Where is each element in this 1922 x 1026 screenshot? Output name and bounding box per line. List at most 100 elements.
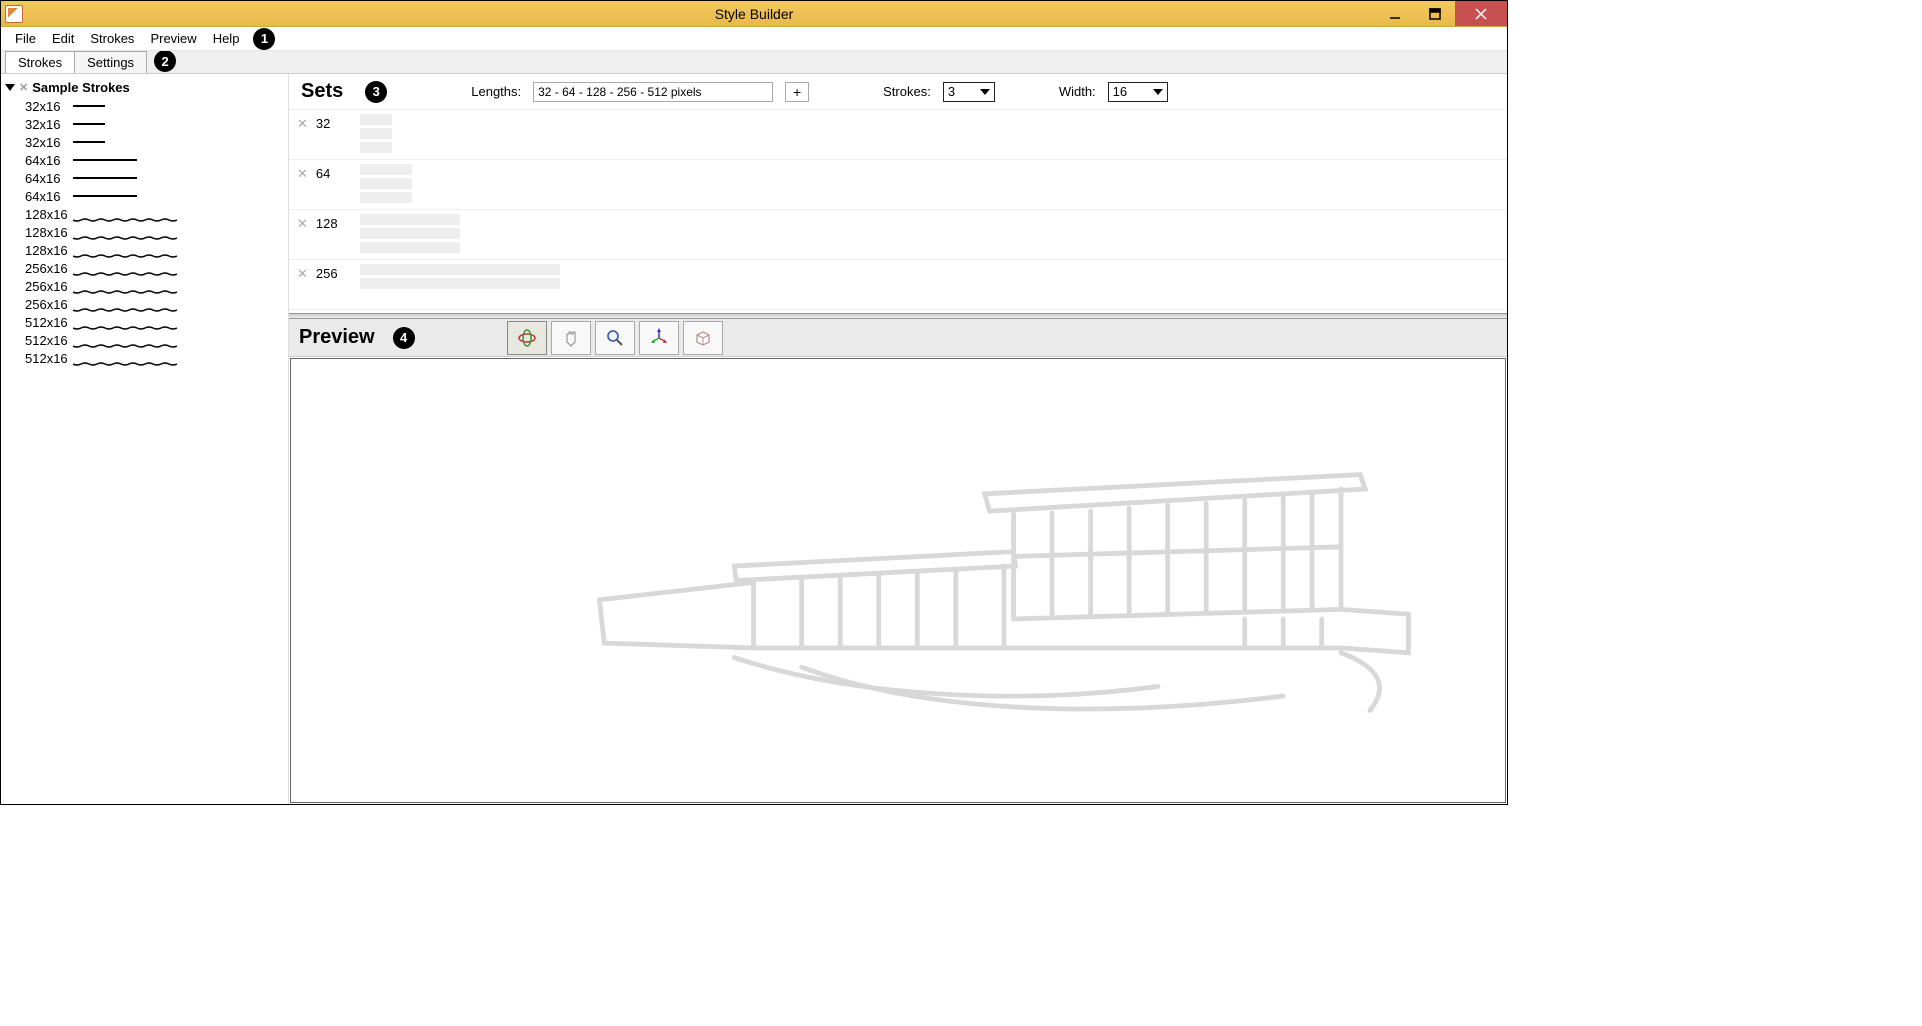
callout-4: 4 [393, 327, 415, 349]
set-sample-slot[interactable] [360, 114, 392, 125]
model-tool-button[interactable] [683, 321, 723, 355]
zoom-icon [605, 328, 625, 348]
stroke-label: 128x16 [25, 225, 73, 240]
strokes-dropdown[interactable]: 3 [943, 82, 995, 102]
stroke-sample-line [73, 301, 183, 307]
stroke-item[interactable]: 32x16 [1, 115, 288, 133]
stroke-sample-line [73, 265, 183, 271]
stroke-sample-line [73, 283, 183, 289]
remove-set-icon[interactable]: ✕ [297, 166, 308, 182]
orbit-icon [517, 328, 537, 348]
menu-help[interactable]: Help [205, 28, 248, 49]
stroke-item[interactable]: 256x16 [1, 259, 288, 277]
model-icon [693, 328, 713, 348]
pan-tool-button[interactable] [551, 321, 591, 355]
stroke-item[interactable]: 128x16 [1, 223, 288, 241]
stroke-label: 32x16 [25, 99, 73, 114]
tabbar: Strokes Settings 2 [1, 51, 1507, 74]
sets-rows[interactable]: ✕ 32 ✕ 64 ✕ 128 ✕256 [289, 110, 1507, 313]
maximize-icon [1429, 8, 1441, 20]
preview-canvas[interactable] [290, 358, 1506, 803]
set-sample-slot[interactable] [360, 128, 392, 139]
stroke-list: 32x1632x1632x1664x1664x1664x16128x16128x… [1, 97, 288, 367]
stroke-item[interactable]: 64x16 [1, 187, 288, 205]
titlebar: Style Builder [1, 1, 1507, 27]
stroke-item[interactable]: 128x16 [1, 241, 288, 259]
callout-1: 1 [253, 28, 275, 50]
stroke-label: 64x16 [25, 153, 73, 168]
set-size-label: 128 [316, 216, 352, 231]
stroke-item[interactable]: 256x16 [1, 277, 288, 295]
maximize-button[interactable] [1415, 1, 1455, 26]
stroke-sample-line [73, 319, 183, 325]
stroke-item[interactable]: 512x16 [1, 349, 288, 367]
zoom-tool-button[interactable] [595, 321, 635, 355]
lengths-input[interactable] [533, 82, 773, 102]
width-dropdown[interactable]: 16 [1108, 82, 1168, 102]
set-sample-slot[interactable] [360, 214, 460, 225]
tree-title: Sample Strokes [32, 80, 130, 95]
stroke-item[interactable]: 512x16 [1, 331, 288, 349]
set-sample-slot[interactable] [360, 178, 412, 189]
stroke-item[interactable]: 32x16 [1, 97, 288, 115]
app-icon [5, 5, 23, 23]
remove-set-icon[interactable]: ✕ [297, 266, 308, 282]
menu-edit[interactable]: Edit [44, 28, 82, 49]
stroke-label: 64x16 [25, 189, 73, 204]
menu-file[interactable]: File [7, 28, 44, 49]
tree-header[interactable]: ✕ Sample Strokes [1, 78, 288, 97]
minimize-button[interactable] [1375, 1, 1415, 26]
set-sample-slot[interactable] [360, 278, 560, 289]
remove-set-icon[interactable]: ✕ [297, 116, 308, 132]
set-size-label: 32 [316, 116, 352, 131]
set-size-label: 64 [316, 166, 352, 181]
stroke-label: 256x16 [25, 279, 73, 294]
stroke-item[interactable]: 128x16 [1, 205, 288, 223]
app-title: Style Builder [715, 6, 794, 22]
menu-strokes[interactable]: Strokes [82, 28, 142, 49]
stroke-label: 512x16 [25, 333, 73, 348]
set-sample-slot[interactable] [360, 242, 460, 253]
preview-sketch [291, 359, 1505, 802]
orbit-tool-button[interactable] [507, 321, 547, 355]
stroke-sample-line [73, 177, 137, 179]
stroke-sample-line [73, 105, 105, 107]
add-length-button[interactable]: + [785, 82, 809, 102]
close-button[interactable] [1455, 1, 1507, 26]
stroke-label: 128x16 [25, 207, 73, 222]
set-sample-column [360, 214, 460, 253]
tab-strokes[interactable]: Strokes [5, 51, 75, 73]
set-sample-slot[interactable] [360, 228, 460, 239]
set-sample-slot[interactable] [360, 264, 560, 275]
preview-header: Preview 4 [289, 319, 1507, 357]
collapse-triangle-icon[interactable] [5, 84, 15, 91]
set-sample-slot[interactable] [360, 142, 392, 153]
menu-preview[interactable]: Preview [142, 28, 204, 49]
preview-title: Preview [299, 326, 375, 349]
stroke-item[interactable]: 512x16 [1, 313, 288, 331]
axes-tool-button[interactable] [639, 321, 679, 355]
remove-group-icon[interactable]: ✕ [19, 81, 28, 94]
stroke-sample-line [73, 229, 183, 235]
stroke-item[interactable]: 64x16 [1, 169, 288, 187]
remove-set-icon[interactable]: ✕ [297, 216, 308, 232]
sets-title: Sets [301, 80, 343, 103]
preview-toolbar [507, 321, 723, 355]
set-row: ✕256 [289, 260, 1507, 310]
set-sample-slot[interactable] [360, 192, 412, 203]
set-sample-slot[interactable] [360, 164, 412, 175]
set-row: ✕ 64 [289, 160, 1507, 210]
stroke-label: 64x16 [25, 171, 73, 186]
stroke-sample-line [73, 195, 137, 197]
stroke-item[interactable]: 32x16 [1, 133, 288, 151]
stroke-label: 512x16 [25, 315, 73, 330]
sets-header: Sets 3 Lengths: + Strokes: 3 Width: 16 [289, 74, 1507, 110]
window-controls [1375, 1, 1507, 26]
close-icon [1475, 8, 1487, 20]
stroke-item[interactable]: 64x16 [1, 151, 288, 169]
callout-2: 2 [154, 50, 176, 72]
tab-settings[interactable]: Settings [74, 51, 147, 73]
lengths-label: Lengths: [471, 84, 521, 99]
stroke-label: 256x16 [25, 261, 73, 276]
stroke-item[interactable]: 256x16 [1, 295, 288, 313]
